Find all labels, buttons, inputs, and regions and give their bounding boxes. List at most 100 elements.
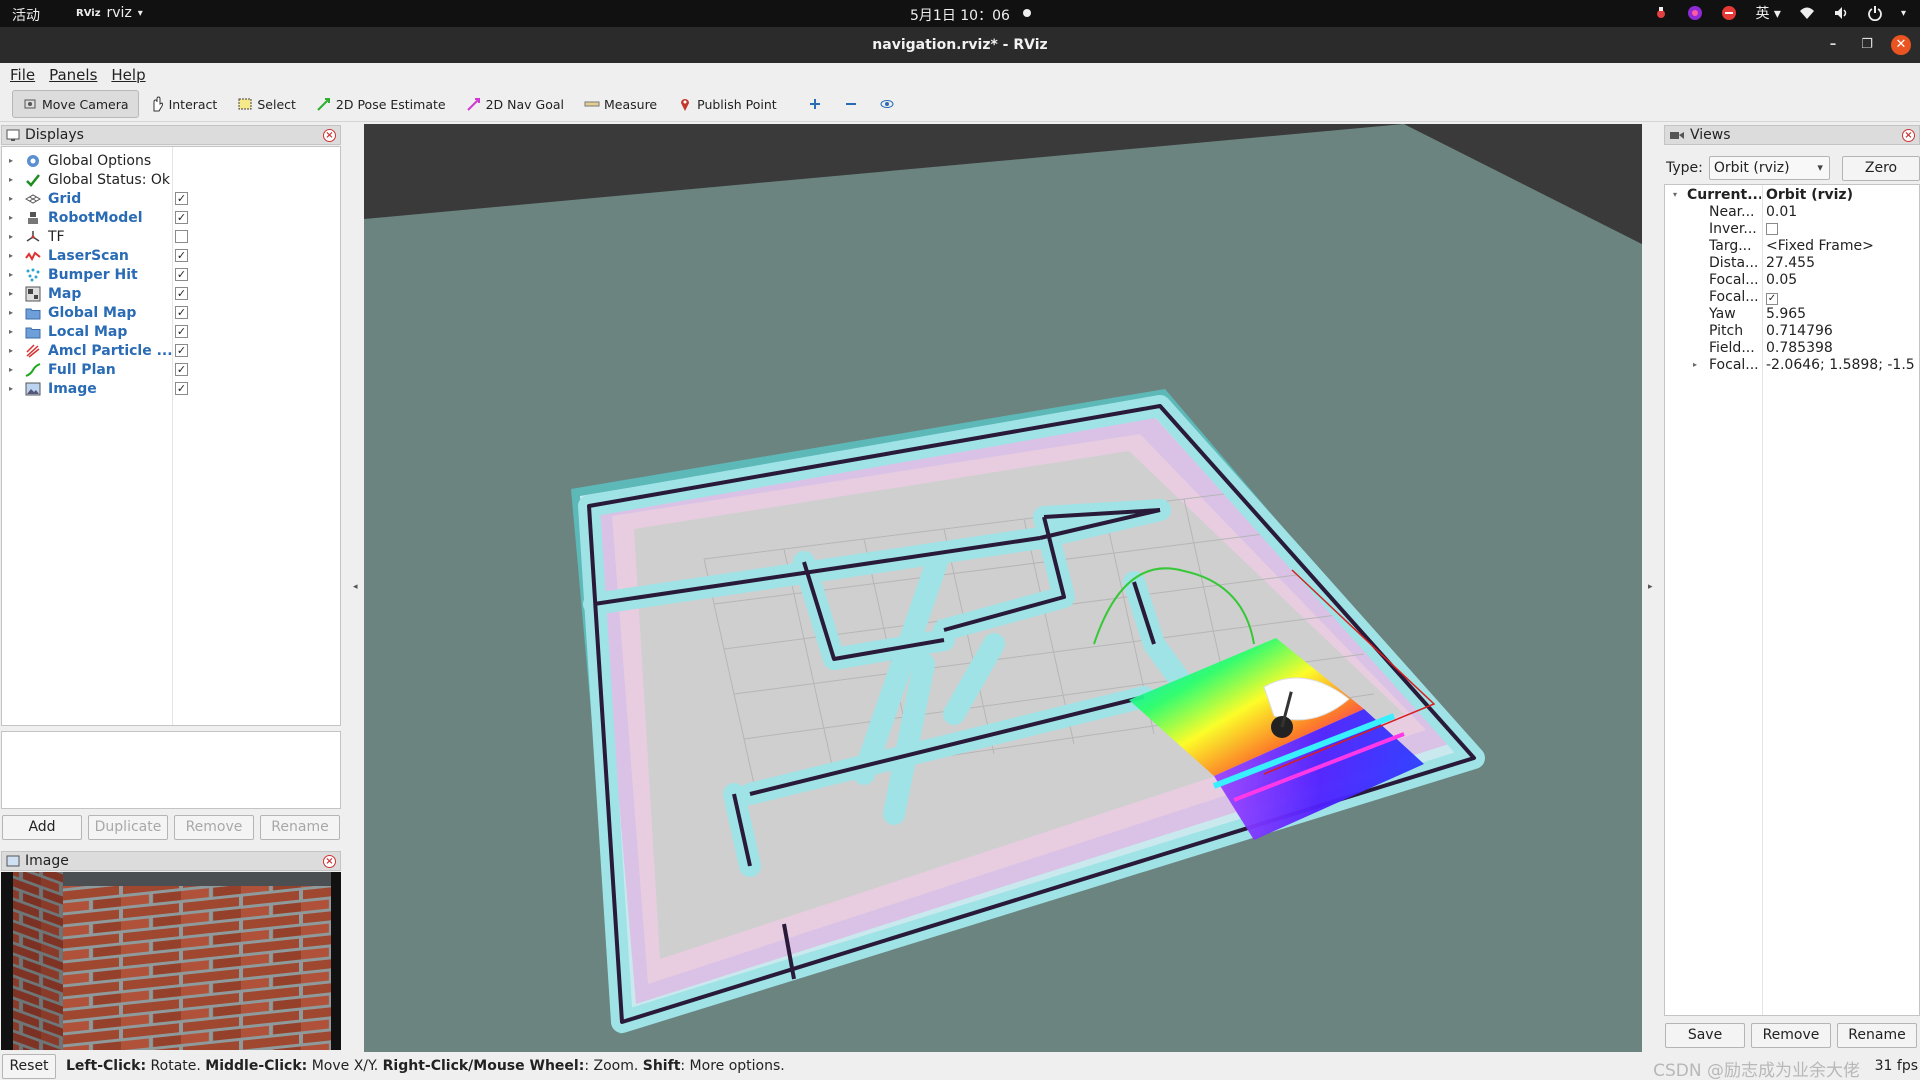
view-property-row[interactable]: Focal... 0.05	[1665, 272, 1919, 289]
enable-checkbox[interactable]: ✓	[175, 363, 188, 376]
expand-arrow-icon[interactable]: ▸	[1693, 360, 1697, 369]
display-item[interactable]: ▸ Grid ✓	[2, 189, 340, 208]
remove-view-button[interactable]: Remove	[1751, 1023, 1831, 1048]
remove-button[interactable]: Remove	[174, 815, 254, 840]
wifi-icon[interactable]	[1799, 5, 1815, 21]
add-tool-button[interactable]	[797, 90, 833, 118]
display-item[interactable]: ▸ Local Map ✓	[2, 322, 340, 341]
reset-button[interactable]: Reset	[2, 1053, 56, 1079]
display-item[interactable]: ▸ TF	[2, 227, 340, 246]
view-property-row[interactable]: Near... 0.01	[1665, 204, 1919, 221]
display-item[interactable]: ▸ Amcl Particle ... ✓	[2, 341, 340, 360]
zero-button[interactable]: Zero	[1841, 155, 1920, 181]
minimize-icon[interactable]: –	[1823, 35, 1843, 55]
menu-panels[interactable]: Panels	[49, 66, 97, 84]
display-item[interactable]: ▸ Global Status: Ok	[2, 170, 340, 189]
menu-help[interactable]: Help	[111, 66, 145, 84]
expand-arrow-icon[interactable]: ▸	[9, 232, 13, 241]
measure-tool[interactable]: Measure	[574, 90, 667, 118]
camera-type-button[interactable]	[869, 90, 905, 118]
view-property-value[interactable]: 0.785398	[1766, 340, 1916, 356]
move-camera-tool[interactable]: Move Camera	[12, 90, 139, 118]
render-viewport[interactable]	[364, 124, 1642, 1052]
display-item[interactable]: ▸ Global Map ✓	[2, 303, 340, 322]
volume-icon[interactable]	[1833, 5, 1849, 21]
enable-checkbox[interactable]: ✓	[175, 306, 188, 319]
menu-file[interactable]: File	[10, 66, 35, 84]
view-property-checkbox[interactable]: ✓	[1766, 289, 1916, 305]
view-property-value[interactable]: 5.965	[1766, 306, 1916, 322]
view-property-row[interactable]: Inver...	[1665, 221, 1919, 238]
recorder-icon[interactable]	[1653, 5, 1669, 21]
expand-arrow-icon[interactable]: ▸	[9, 308, 13, 317]
add-button[interactable]: Add	[2, 815, 82, 840]
display-item[interactable]: ▸ Global Options	[2, 151, 340, 170]
view-property-value[interactable]: <Fixed Frame>	[1766, 238, 1916, 254]
display-item[interactable]: ▸ RobotModel ✓	[2, 208, 340, 227]
publish-point-tool[interactable]: Publish Point	[667, 90, 787, 118]
pose-estimate-tool[interactable]: 2D Pose Estimate	[306, 90, 456, 118]
expand-arrow-icon[interactable]: ▸	[9, 175, 13, 184]
display-item[interactable]: ▸ Full Plan ✓	[2, 360, 340, 379]
expand-arrow-icon[interactable]: ▸	[9, 251, 13, 260]
view-property-value[interactable]: -2.0646; 1.5898; -1.5...	[1766, 357, 1916, 373]
select-tool[interactable]: Select	[227, 90, 306, 118]
view-property-value[interactable]: 0.714796	[1766, 323, 1916, 339]
view-property-row[interactable]: Field... 0.785398	[1665, 340, 1919, 357]
collapse-arrow-icon[interactable]: ▾	[1673, 190, 1677, 199]
expand-arrow-icon[interactable]: ▸	[9, 365, 13, 374]
duplicate-button[interactable]: Duplicate	[88, 815, 168, 840]
enable-checkbox[interactable]: ✓	[175, 268, 188, 281]
collapse-left-icon[interactable]: ◂	[353, 582, 358, 592]
close-icon[interactable]: ✕	[1891, 35, 1911, 55]
expand-arrow-icon[interactable]: ▸	[9, 289, 13, 298]
expand-arrow-icon[interactable]: ▸	[9, 327, 13, 336]
view-property-row[interactable]: Focal... ✓	[1665, 289, 1919, 306]
display-item[interactable]: ▸ Map ✓	[2, 284, 340, 303]
view-property-value[interactable]: 0.05	[1766, 272, 1916, 288]
maximize-icon[interactable]: ❐	[1857, 35, 1877, 55]
expand-arrow-icon[interactable]: ▸	[9, 213, 13, 222]
display-item[interactable]: ▸ Image ✓	[2, 379, 340, 398]
view-property-row[interactable]: Targ... <Fixed Frame>	[1665, 238, 1919, 255]
expand-arrow-icon[interactable]: ▸	[9, 346, 13, 355]
save-view-button[interactable]: Save	[1665, 1023, 1745, 1048]
enable-checkbox[interactable]	[175, 230, 188, 243]
nav-goal-tool[interactable]: 2D Nav Goal	[456, 90, 574, 118]
close-icon[interactable]: ×	[1902, 129, 1915, 142]
rename-button[interactable]: Rename	[260, 815, 340, 840]
view-property-checkbox[interactable]	[1766, 221, 1916, 239]
clock[interactable]: 5月1日 10：06	[910, 5, 1010, 25]
enable-checkbox[interactable]: ✓	[175, 287, 188, 300]
display-item[interactable]: ▸ Bumper Hit ✓	[2, 265, 340, 284]
view-property-row[interactable]: ▸ Focal... -2.0646; 1.5898; -1.5...	[1665, 357, 1919, 374]
collapse-right-icon[interactable]: ▸	[1648, 582, 1653, 592]
view-property-value[interactable]: 27.455	[1766, 255, 1916, 271]
display-item[interactable]: ▸ LaserScan ✓	[2, 246, 340, 265]
expand-arrow-icon[interactable]: ▸	[9, 156, 13, 165]
enable-checkbox[interactable]: ✓	[175, 211, 188, 224]
close-icon[interactable]: ×	[323, 855, 336, 868]
expand-arrow-icon[interactable]: ▸	[9, 194, 13, 203]
view-property-row[interactable]: Dista... 27.455	[1665, 255, 1919, 272]
view-property-row[interactable]: Yaw 5.965	[1665, 306, 1919, 323]
view-type-select[interactable]: Orbit (rviz)	[1708, 156, 1830, 180]
chevron-down-icon[interactable]: ▾	[1901, 8, 1906, 19]
enable-checkbox[interactable]: ✓	[175, 325, 188, 338]
app-menu[interactable]: RViz rviz ▾	[76, 5, 143, 21]
close-icon[interactable]: ×	[323, 129, 336, 142]
view-property-value[interactable]: 0.01	[1766, 204, 1916, 220]
expand-arrow-icon[interactable]: ▸	[9, 270, 13, 279]
view-property-row[interactable]: ▾ Current... Orbit (rviz)	[1665, 187, 1919, 204]
expand-arrow-icon[interactable]: ▸	[9, 384, 13, 393]
enable-checkbox[interactable]: ✓	[175, 192, 188, 205]
remove-tool-button[interactable]	[833, 90, 869, 118]
enable-checkbox[interactable]: ✓	[175, 249, 188, 262]
view-property-value[interactable]: Orbit (rviz)	[1766, 187, 1916, 203]
input-method-indicator[interactable]: 英 ▾	[1755, 3, 1780, 23]
app-indicator-icon[interactable]	[1687, 5, 1703, 21]
view-property-row[interactable]: Pitch 0.714796	[1665, 323, 1919, 340]
power-icon[interactable]	[1867, 5, 1883, 22]
do-not-disturb-icon[interactable]	[1721, 5, 1737, 21]
enable-checkbox[interactable]: ✓	[175, 382, 188, 395]
